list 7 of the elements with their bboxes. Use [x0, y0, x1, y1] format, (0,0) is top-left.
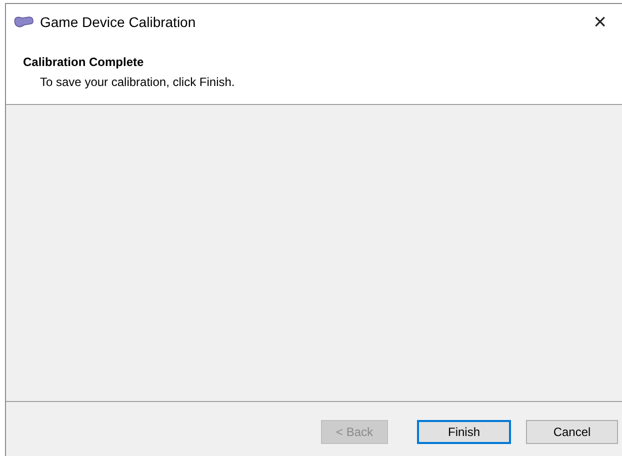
- page-subtitle: To save your calibration, click Finish.: [40, 74, 236, 91]
- finish-button[interactable]: Finish: [417, 420, 511, 444]
- cancel-button[interactable]: Cancel: [526, 420, 618, 444]
- window-title: Game Device Calibration: [40, 12, 196, 32]
- gamepad-icon: [14, 15, 34, 29]
- close-button[interactable]: ×: [582, 7, 618, 37]
- page-heading: Calibration Complete: [23, 54, 145, 71]
